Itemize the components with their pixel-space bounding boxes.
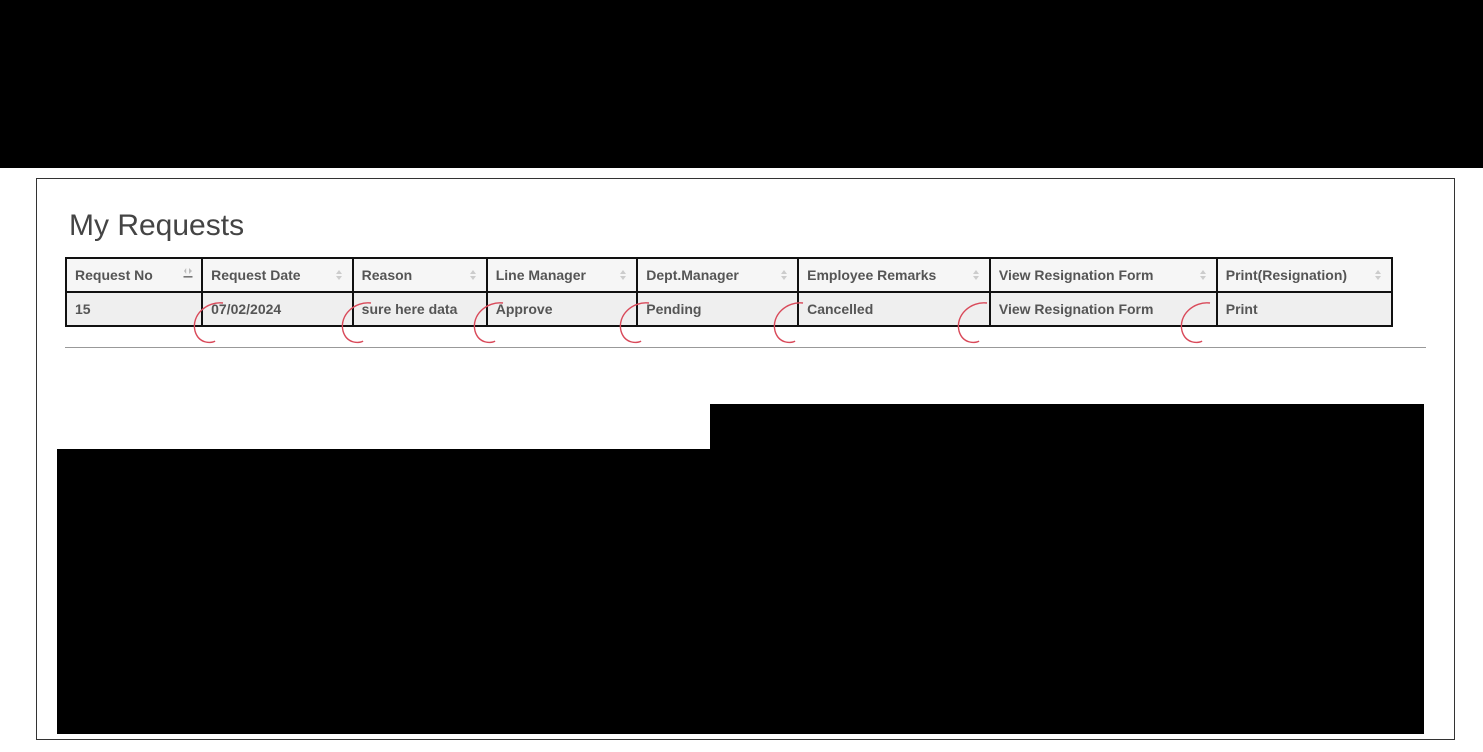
column-header-label: Dept.Manager	[646, 267, 739, 283]
column-header-reason[interactable]: Reason	[354, 259, 488, 293]
cell-line-manager: Approve	[488, 293, 639, 325]
column-header-label: Reason	[362, 267, 413, 283]
table-header-row: Request No Request Date Reason Line Manager…	[67, 259, 1391, 293]
cell-employee-remarks: Cancelled	[799, 293, 991, 325]
sort-icon[interactable]	[1196, 268, 1210, 282]
divider	[65, 347, 1426, 348]
column-header-label: Employee Remarks	[807, 267, 936, 283]
requests-table: Request No Request Date Reason Line Manager…	[65, 257, 1393, 327]
column-header-employee-remarks[interactable]: Employee Remarks	[799, 259, 991, 293]
column-header-print-resignation[interactable]: Print(Resignation)	[1218, 259, 1391, 293]
view-resignation-form-link[interactable]: View Resignation Form	[991, 293, 1218, 325]
top-redaction-bar	[0, 0, 1483, 168]
column-header-view-resignation-form[interactable]: View Resignation Form	[991, 259, 1218, 293]
redaction-block-main	[57, 449, 1424, 734]
content-panel: My Requests Request No Request Date Reason…	[36, 178, 1455, 740]
cell-request-date: 07/02/2024	[203, 293, 354, 325]
sort-icon[interactable]	[181, 268, 195, 282]
column-header-label: Request Date	[211, 267, 300, 283]
redaction-block-right	[710, 404, 1424, 449]
column-header-label: Print(Resignation)	[1226, 267, 1347, 283]
column-header-label: View Resignation Form	[999, 267, 1154, 283]
column-header-label: Line Manager	[496, 267, 586, 283]
cell-dept-manager: Pending	[638, 293, 799, 325]
sort-icon[interactable]	[466, 268, 480, 282]
print-resignation-link[interactable]: Print	[1218, 293, 1391, 325]
sort-icon[interactable]	[969, 268, 983, 282]
sort-icon[interactable]	[332, 268, 346, 282]
cell-reason: sure here data	[354, 293, 488, 325]
column-header-line-manager[interactable]: Line Manager	[488, 259, 639, 293]
column-header-request-no[interactable]: Request No	[67, 259, 203, 293]
cell-request-no: 15	[67, 293, 203, 325]
sort-icon[interactable]	[1371, 268, 1385, 282]
sort-icon[interactable]	[616, 268, 630, 282]
page-title: My Requests	[69, 209, 1454, 243]
sort-icon[interactable]	[777, 268, 791, 282]
column-header-label: Request No	[75, 267, 153, 283]
column-header-request-date[interactable]: Request Date	[203, 259, 354, 293]
table-row: 1507/02/2024sure here dataApprovePending…	[67, 293, 1391, 325]
column-header-dept-manager[interactable]: Dept.Manager	[638, 259, 799, 293]
